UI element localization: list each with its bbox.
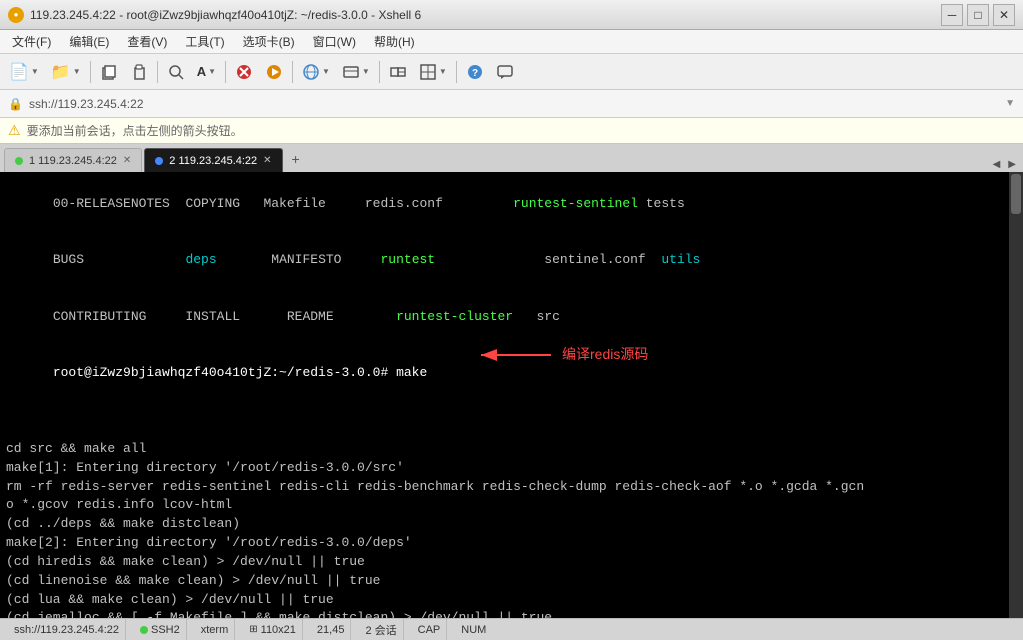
status-position-text: 21,45 [317, 624, 345, 636]
menu-tabs[interactable]: 选项卡(B) [235, 31, 303, 52]
terminal-line-5: cd src && make all [6, 440, 1017, 459]
menu-file[interactable]: 文件(F) [4, 31, 59, 52]
toolbar-network-button[interactable]: ▼ [297, 58, 335, 86]
svg-text:?: ? [472, 68, 478, 79]
status-num-text: NUM [461, 624, 486, 636]
tab-1-close[interactable]: ✕ [123, 155, 131, 166]
info-bar: ⚠ 要添加当前会话，点击左侧的箭头按钮。 [0, 118, 1023, 144]
terminal-line-2: BUGS deps MANIFESTO runtest sentinel.con… [6, 233, 1017, 290]
toolbar: 📄▼ 📁▼ A▼ [0, 54, 1023, 90]
toolbar-chat-button[interactable] [491, 58, 519, 86]
address-text: ssh://119.23.245.4:22 [29, 97, 144, 111]
info-text: 要添加当前会话，点击左侧的箭头按钮。 [27, 122, 243, 139]
status-size-text: 110x21 [261, 624, 296, 636]
toolbar-font-button[interactable]: A▼ [192, 58, 221, 86]
maximize-button[interactable]: □ [967, 4, 989, 26]
tab-1-label: 1 119.23.245.4:22 [29, 155, 117, 167]
status-bar: ssh://119.23.245.4:22 SSH2 xterm ⊞ 110x2… [0, 618, 1023, 640]
new-session-button[interactable]: 📄▼ [4, 58, 44, 86]
terminal-line-12: (cd linenoise && make clean) > /dev/null… [6, 572, 1017, 591]
menu-edit[interactable]: 编辑(E) [61, 31, 117, 52]
toolbar-search-button[interactable] [162, 58, 190, 86]
tab-2-close[interactable]: ✕ [263, 155, 271, 166]
status-caps-text: CAP [418, 624, 441, 636]
status-num: NUM [455, 619, 492, 640]
annotation-text: 编译redis源码 [562, 344, 648, 364]
minimize-button[interactable]: ─ [941, 4, 963, 26]
close-button[interactable]: ✕ [993, 4, 1015, 26]
menu-bar: 文件(F) 编辑(E) 查看(V) 工具(T) 选项卡(B) 窗口(W) 帮助(… [0, 30, 1023, 54]
window-title: 119.23.245.4:22 - root@iZwz9bjiawhqzf40o… [30, 8, 421, 22]
terminal-line-11: (cd hiredis && make clean) > /dev/null |… [6, 553, 1017, 572]
status-caps: CAP [412, 619, 448, 640]
tab-nav-left[interactable]: ◀ [990, 159, 1004, 170]
status-ssh: SSH2 [134, 619, 187, 640]
toolbar-copy-button[interactable] [95, 58, 123, 86]
toolbar-separator-2 [157, 61, 158, 83]
toolbar-separator-4 [292, 61, 293, 83]
terminal-line-3: CONTRIBUTING INSTALL README runtest-clus… [6, 289, 1017, 346]
address-dropdown[interactable]: ▼ [1005, 98, 1015, 109]
toolbar-resize-button[interactable] [384, 58, 412, 86]
terminal-prompt-line: root@iZwz9bjiawhqzf40o410tjZ:~/redis-3.0… [6, 346, 1017, 440]
tab-2-dot [155, 157, 163, 165]
toolbar-layout-button[interactable]: ▼ [414, 58, 452, 86]
title-bar: ● 119.23.245.4:22 - root@iZwz9bjiawhqzf4… [0, 0, 1023, 30]
status-size: ⊞ 110x21 [243, 619, 303, 640]
toolbar-separator-3 [225, 61, 226, 83]
tab-1-dot [15, 157, 23, 165]
toolbar-separator-5 [379, 61, 380, 83]
terminal-line-8: o *.gcov redis.info lcov-html [6, 496, 1017, 515]
address-bar: 🔒 ssh://119.23.245.4:22 ▼ [0, 90, 1023, 118]
menu-window[interactable]: 窗口(W) [305, 31, 364, 52]
menu-help[interactable]: 帮助(H) [366, 31, 423, 52]
tab-add-button[interactable]: + [285, 148, 307, 170]
status-size-icon: ⊞ [249, 624, 257, 635]
toolbar-paste-button[interactable] [125, 58, 153, 86]
info-icon: ⚠ [8, 122, 21, 139]
terminal-line-1: 00-RELEASENOTES COPYING Makefile redis.c… [6, 176, 1017, 233]
terminal-line-9: (cd ../deps && make distclean) [6, 515, 1017, 534]
tab-bar: 1 119.23.245.4:22 ✕ 2 119.23.245.4:22 ✕ … [0, 144, 1023, 172]
terminal-scrollbar[interactable] [1009, 172, 1023, 618]
toolbar-separator-6 [456, 61, 457, 83]
toolbar-help-button[interactable]: ? [461, 58, 489, 86]
toolbar-separator-1 [90, 61, 91, 83]
terminal-line-14: (cd jemalloc && [ -f Makefile ] && make … [6, 609, 1017, 618]
terminal-line-10: make[2]: Entering directory '/root/redis… [6, 534, 1017, 553]
status-terminal-type: xterm [195, 619, 236, 640]
status-ssh-text: SSH2 [151, 624, 180, 636]
menu-view[interactable]: 查看(V) [119, 31, 175, 52]
toolbar-compose-button[interactable]: ▼ [337, 58, 375, 86]
terminal-line-7: rm -rf redis-server redis-sentinel redis… [6, 478, 1017, 497]
terminal[interactable]: 00-RELEASENOTES COPYING Makefile redis.c… [0, 172, 1023, 618]
status-connection-dot [140, 626, 148, 634]
toolbar-play-button[interactable] [260, 58, 288, 86]
tab-nav: ◀ ▶ [990, 159, 1019, 170]
open-session-button[interactable]: 📁▼ [46, 58, 86, 86]
terminal-line-13: (cd lua && make clean) > /dev/null || tr… [6, 591, 1017, 610]
status-sessions-text: 2 会话 [365, 622, 396, 638]
tab-1[interactable]: 1 119.23.245.4:22 ✕ [4, 148, 142, 172]
menu-tools[interactable]: 工具(T) [177, 31, 232, 52]
toolbar-stop-button[interactable] [230, 58, 258, 86]
status-terminal-text: xterm [201, 624, 229, 636]
tab-2[interactable]: 2 119.23.245.4:22 ✕ [144, 148, 282, 172]
status-sessions: 2 会话 [359, 619, 403, 640]
status-address: ssh://119.23.245.4:22 [8, 619, 126, 640]
address-icon: 🔒 [8, 97, 23, 111]
status-address-text: ssh://119.23.245.4:22 [14, 624, 119, 636]
terminal-line-6: make[1]: Entering directory '/root/redis… [6, 459, 1017, 478]
scrollbar-thumb[interactable] [1011, 174, 1021, 214]
tab-2-label: 2 119.23.245.4:22 [169, 155, 257, 167]
terminal-content[interactable]: 00-RELEASENOTES COPYING Makefile redis.c… [0, 172, 1023, 618]
status-position: 21,45 [311, 619, 352, 640]
tab-nav-right[interactable]: ▶ [1005, 159, 1019, 170]
app-icon: ● [8, 7, 24, 23]
